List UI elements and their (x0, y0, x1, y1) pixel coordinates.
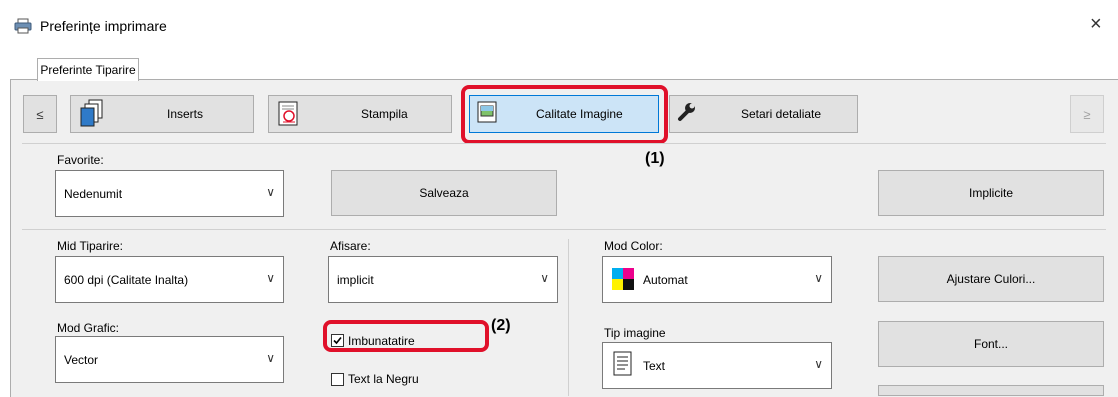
save-button[interactable]: Salveaza (331, 170, 557, 216)
graphics-mode-combo[interactable]: Vector ∨ (55, 336, 284, 383)
print-mode-label: Mid Tiparire: (57, 239, 124, 253)
toolbar-next-button[interactable]: ≥ (1070, 95, 1104, 133)
text-black-checkbox[interactable] (331, 373, 344, 386)
column-divider (568, 239, 569, 396)
image-type-value: Text (643, 359, 666, 373)
tab-preferinte-tiparire[interactable]: Preferinte Tiparire (37, 58, 139, 81)
toolbar-separator (22, 143, 1106, 144)
image-type-combo[interactable]: Text ∨ (602, 342, 832, 389)
favorites-label: Favorite: (57, 153, 104, 167)
color-mode-combo[interactable]: Automat ∨ (602, 256, 832, 303)
section-separator (22, 229, 1106, 230)
inserts-button[interactable]: Inserts (70, 95, 254, 133)
close-button[interactable]: × (1090, 13, 1102, 36)
highlight-box-1 (461, 85, 668, 144)
stamp-label: Stampila (361, 107, 408, 121)
chevron-down-icon: ∨ (266, 351, 275, 365)
color-squares-icon (612, 268, 634, 293)
callout-1: (1) (645, 150, 665, 167)
favorites-combo[interactable]: Nedenumit ∨ (55, 170, 284, 217)
image-type-label: Tip imagine (604, 326, 666, 340)
chevron-down-icon: ∨ (540, 271, 549, 285)
printer-icon (14, 18, 32, 37)
display-label: Afisare: (330, 239, 371, 253)
stamp-button[interactable]: Stampila (268, 95, 452, 133)
display-value: implicit (337, 273, 374, 287)
stamp-icon (277, 100, 301, 131)
text-document-icon (613, 351, 633, 380)
inserts-icon (79, 99, 105, 132)
chevron-down-icon: ∨ (266, 271, 275, 285)
chevron-down-icon: ∨ (266, 185, 275, 199)
chevron-down-icon: ∨ (814, 271, 823, 285)
inserts-label: Inserts (167, 107, 204, 121)
callout-2: (2) (491, 317, 511, 334)
detailed-settings-button[interactable]: Setari detaliate (669, 95, 858, 133)
chevron-down-icon: ∨ (814, 357, 823, 371)
text-black-label[interactable]: Text la Negru (348, 372, 419, 386)
print-mode-combo[interactable]: 600 dpi (Calitate Inalta) ∨ (55, 256, 284, 303)
partial-button[interactable] (878, 385, 1104, 396)
print-mode-value: 600 dpi (Calitate Inalta) (64, 273, 189, 287)
default-button[interactable]: Implicite (878, 170, 1104, 216)
graphics-mode-label: Mod Grafic: (57, 321, 120, 335)
toolbar-prev-button[interactable]: ≤ (23, 95, 57, 133)
adjust-colors-button[interactable]: Ajustare Culori... (878, 256, 1104, 302)
font-button[interactable]: Font... (878, 321, 1104, 367)
window-title: Preferințe imprimare (40, 18, 167, 34)
detailed-settings-label: Setari detaliate (741, 107, 822, 121)
title-bar: Preferințe imprimare × (0, 0, 1118, 52)
highlight-box-2 (323, 320, 489, 352)
color-mode-value: Automat (643, 273, 688, 287)
color-mode-label: Mod Color: (604, 239, 663, 253)
wrench-icon (676, 101, 698, 126)
display-combo[interactable]: implicit ∨ (328, 256, 558, 303)
favorites-value: Nedenumit (64, 187, 123, 201)
graphics-mode-value: Vector (64, 353, 99, 367)
